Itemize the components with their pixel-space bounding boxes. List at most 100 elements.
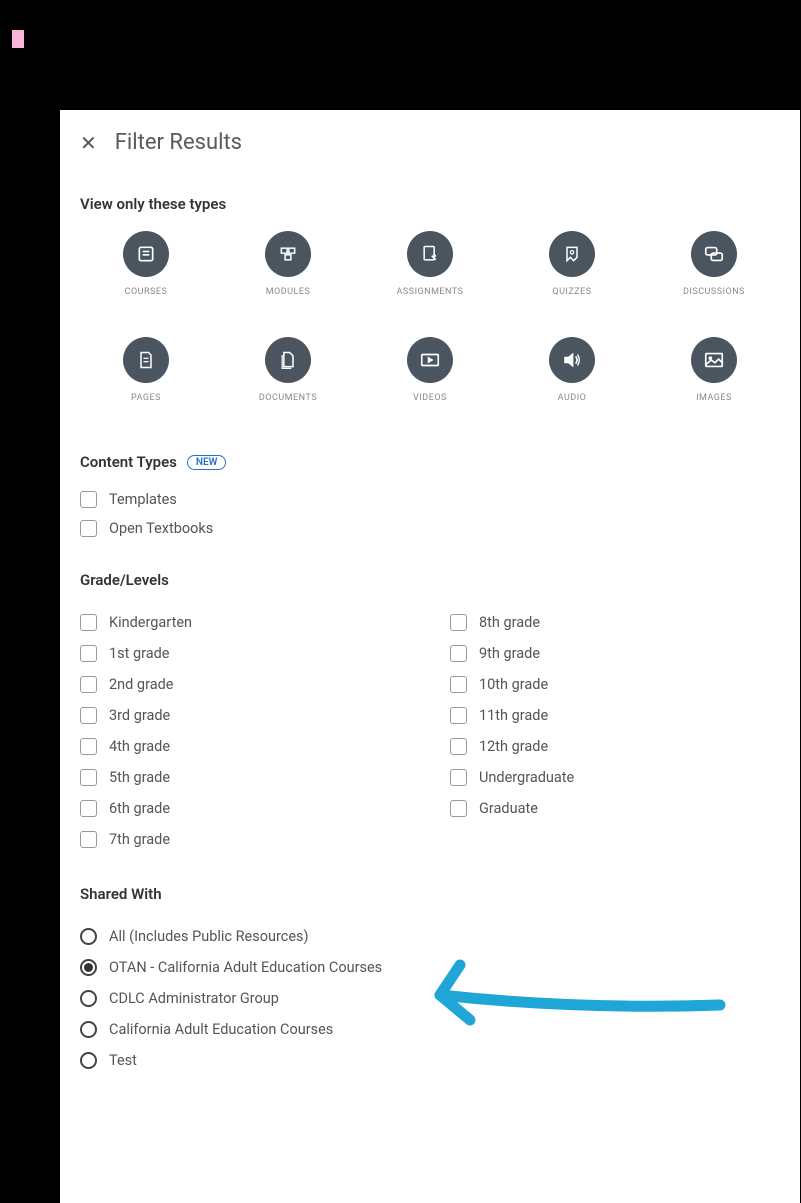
type-label: AUDIO	[558, 393, 587, 403]
pages-icon	[123, 337, 169, 383]
radio-label: All (Includes Public Resources)	[109, 928, 309, 945]
type-label: DISCUSSIONS	[683, 287, 745, 297]
shared-with-label: Shared With	[80, 885, 780, 903]
checkbox-label: 7th grade	[109, 831, 170, 848]
grade-checkbox[interactable]: 4th grade	[80, 731, 410, 762]
grade-checkbox[interactable]: 3rd grade	[80, 700, 410, 731]
checkbox-icon	[80, 614, 97, 631]
grade-checkbox[interactable]: 12th grade	[450, 731, 780, 762]
checkbox-label: Undergraduate	[479, 769, 574, 786]
grade-col-2: 8th grade 9th grade 10th grade 11th grade 12…	[450, 607, 780, 855]
filter-panel: ✕ Filter Results View only these types C…	[60, 110, 800, 1203]
checkbox-icon	[80, 738, 97, 755]
type-label: QUIZZES	[552, 287, 591, 297]
type-audio[interactable]: AUDIO	[506, 337, 638, 403]
type-videos[interactable]: VIDEOS	[364, 337, 496, 403]
checkbox-label: 5th grade	[109, 769, 170, 786]
checkbox-icon	[450, 707, 467, 724]
checkbox-label: Templates	[109, 491, 177, 508]
checkbox-templates[interactable]: Templates	[80, 485, 780, 514]
radio-icon	[80, 928, 97, 945]
shared-with-option[interactable]: OTAN - California Adult Education Course…	[80, 952, 780, 983]
checkbox-label: 3rd grade	[109, 707, 170, 724]
checkbox-icon	[80, 520, 97, 537]
checkbox-label: 12th grade	[479, 738, 548, 755]
radio-label: California Adult Education Courses	[109, 1021, 333, 1038]
type-modules[interactable]: MODULES	[222, 231, 354, 297]
grade-checkbox[interactable]: 8th grade	[450, 607, 780, 638]
grade-checkbox[interactable]: 11th grade	[450, 700, 780, 731]
checkbox-label: 2nd grade	[109, 676, 173, 693]
checkbox-label: Open Textbooks	[109, 520, 213, 537]
grade-levels-grid: Kindergarten 1st grade 2nd grade 3rd grade 4…	[80, 607, 780, 855]
grade-checkbox[interactable]: Graduate	[450, 793, 780, 824]
grade-checkbox[interactable]: 6th grade	[80, 793, 410, 824]
audio-icon	[549, 337, 595, 383]
modules-icon	[265, 231, 311, 277]
shared-with-option[interactable]: All (Includes Public Resources)	[80, 921, 780, 952]
checkbox-icon	[80, 831, 97, 848]
checkbox-icon	[80, 676, 97, 693]
content-types-label: Content Types	[80, 453, 177, 471]
checkbox-icon	[450, 676, 467, 693]
discussions-icon	[691, 231, 737, 277]
radio-icon	[80, 1021, 97, 1038]
images-icon	[691, 337, 737, 383]
type-label: VIDEOS	[413, 393, 447, 403]
grade-checkbox[interactable]: 1st grade	[80, 638, 410, 669]
close-icon[interactable]: ✕	[80, 133, 97, 153]
grade-checkbox[interactable]: 2nd grade	[80, 669, 410, 700]
type-images[interactable]: IMAGES	[648, 337, 780, 403]
type-label: IMAGES	[696, 393, 732, 403]
videos-icon	[407, 337, 453, 383]
content-types-list: Templates Open Textbooks	[80, 485, 780, 543]
checkbox-icon	[450, 645, 467, 662]
assignments-icon	[407, 231, 453, 277]
shared-with-option[interactable]: Test	[80, 1045, 780, 1076]
grade-checkbox[interactable]: Undergraduate	[450, 762, 780, 793]
radio-label: CDLC Administrator Group	[109, 990, 279, 1007]
grade-checkbox[interactable]: 5th grade	[80, 762, 410, 793]
checkbox-label: 9th grade	[479, 645, 540, 662]
panel-header: ✕ Filter Results	[80, 130, 780, 155]
grade-checkbox[interactable]: 9th grade	[450, 638, 780, 669]
radio-icon	[80, 990, 97, 1007]
checkbox-label: Graduate	[479, 800, 538, 817]
type-assignments[interactable]: ASSIGNMENTS	[364, 231, 496, 297]
checkbox-label: Kindergarten	[109, 614, 192, 631]
checkbox-icon	[450, 800, 467, 817]
shared-with-option[interactable]: CDLC Administrator Group	[80, 983, 780, 1014]
radio-icon	[80, 1052, 97, 1069]
checkbox-label: 6th grade	[109, 800, 170, 817]
checkbox-icon	[80, 645, 97, 662]
shared-with-option[interactable]: California Adult Education Courses	[80, 1014, 780, 1045]
checkbox-icon	[80, 769, 97, 786]
type-pages[interactable]: PAGES	[80, 337, 212, 403]
checkbox-label: 4th grade	[109, 738, 170, 755]
type-discussions[interactable]: DISCUSSIONS	[648, 231, 780, 297]
shared-with-list: All (Includes Public Resources) OTAN - Ca…	[80, 921, 780, 1076]
quizzes-icon	[549, 231, 595, 277]
grade-checkbox[interactable]: 7th grade	[80, 824, 410, 855]
type-quizzes[interactable]: QUIZZES	[506, 231, 638, 297]
courses-icon	[123, 231, 169, 277]
panel-title: Filter Results	[115, 130, 242, 155]
checkbox-icon	[80, 800, 97, 817]
content-types-header: Content Types NEW	[80, 453, 780, 471]
grade-levels-label: Grade/Levels	[80, 571, 780, 589]
annotation-dot	[12, 30, 24, 48]
types-section-label: View only these types	[80, 195, 780, 213]
type-grid: COURSES MODULES ASSIGNMENTS QUIZZES	[80, 231, 780, 403]
type-label: COURSES	[125, 287, 168, 297]
checkbox-icon	[450, 738, 467, 755]
checkbox-label: 8th grade	[479, 614, 540, 631]
grade-col-1: Kindergarten 1st grade 2nd grade 3rd grade 4…	[80, 607, 410, 855]
grade-checkbox[interactable]: Kindergarten	[80, 607, 410, 638]
grade-checkbox[interactable]: 10th grade	[450, 669, 780, 700]
type-courses[interactable]: COURSES	[80, 231, 212, 297]
checkbox-label: 10th grade	[479, 676, 548, 693]
checkbox-open-textbooks[interactable]: Open Textbooks	[80, 514, 780, 543]
new-badge: NEW	[187, 455, 227, 470]
checkbox-icon	[80, 707, 97, 724]
type-documents[interactable]: DOCUMENTS	[222, 337, 354, 403]
